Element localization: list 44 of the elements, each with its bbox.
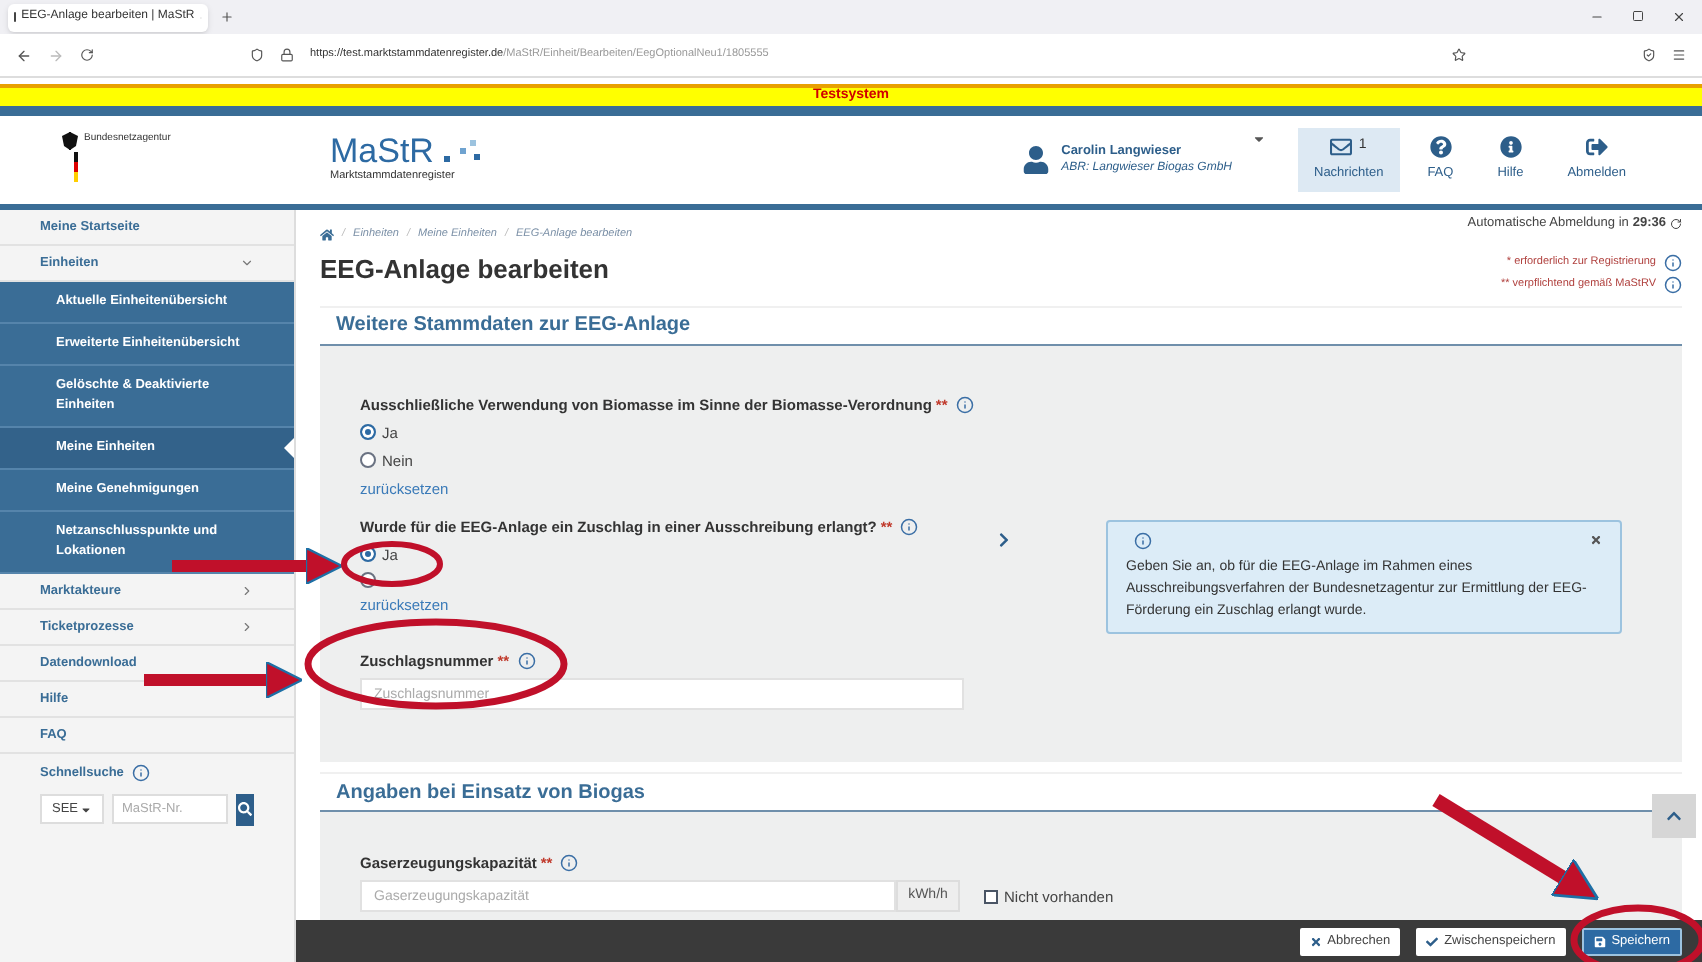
info-icon: [1664, 253, 1682, 272]
search-button[interactable]: [236, 793, 254, 826]
lock-icon: [280, 48, 294, 62]
save-icon: [1593, 935, 1606, 947]
refresh-icon[interactable]: [1670, 217, 1682, 230]
caret-icon[interactable]: [1252, 132, 1266, 146]
page-title: EEG-Anlage bearbeiten: [320, 252, 611, 289]
section-title: Weitere Stammdaten zur EEG-Anlage: [320, 305, 1682, 346]
circle-annotation: [1570, 904, 1702, 962]
menu-icon[interactable]: [1672, 48, 1686, 62]
chevron-right-icon: [240, 620, 254, 634]
user-icon: [1021, 146, 1050, 174]
logo-text: MaStR: [330, 134, 434, 169]
help-icon: [1429, 136, 1452, 159]
circle-annotation: [341, 541, 443, 587]
logo-dots-icon: [439, 137, 484, 166]
eagle-logo-icon: [60, 132, 80, 184]
shield-icon: [250, 48, 264, 62]
logout-icon: [1585, 136, 1608, 159]
info-icon: [131, 764, 150, 783]
section-title: Angaben bei Einsatz von Biogas: [320, 772, 1682, 812]
info-icon: [1664, 275, 1682, 294]
new-tab-icon[interactable]: [220, 10, 234, 24]
chevron-right-icon: [240, 584, 254, 598]
chevron-right-icon[interactable]: [996, 531, 1012, 548]
info-icon: [560, 854, 579, 873]
reload-icon[interactable]: [80, 48, 94, 62]
shield-icon[interactable]: [1642, 48, 1656, 62]
scroll-top-button[interactable]: [1652, 794, 1696, 838]
envelope-icon: [1330, 136, 1353, 159]
home-icon[interactable]: [320, 227, 334, 242]
maximize-icon[interactable]: [1632, 10, 1644, 22]
chevron-down-icon: [240, 256, 254, 270]
info-icon: [900, 517, 919, 536]
info-icon: [517, 651, 536, 670]
back-icon[interactable]: [16, 47, 32, 63]
caret-icon: [80, 803, 93, 816]
info-icon: [955, 395, 974, 414]
info-icon: [1134, 531, 1152, 550]
info-icon: [1499, 136, 1522, 159]
bookmark-icon[interactable]: [1452, 48, 1466, 62]
chevron-up-icon: [1666, 808, 1682, 824]
checkbox[interactable]: [984, 889, 998, 904]
check-icon: [1426, 935, 1439, 947]
